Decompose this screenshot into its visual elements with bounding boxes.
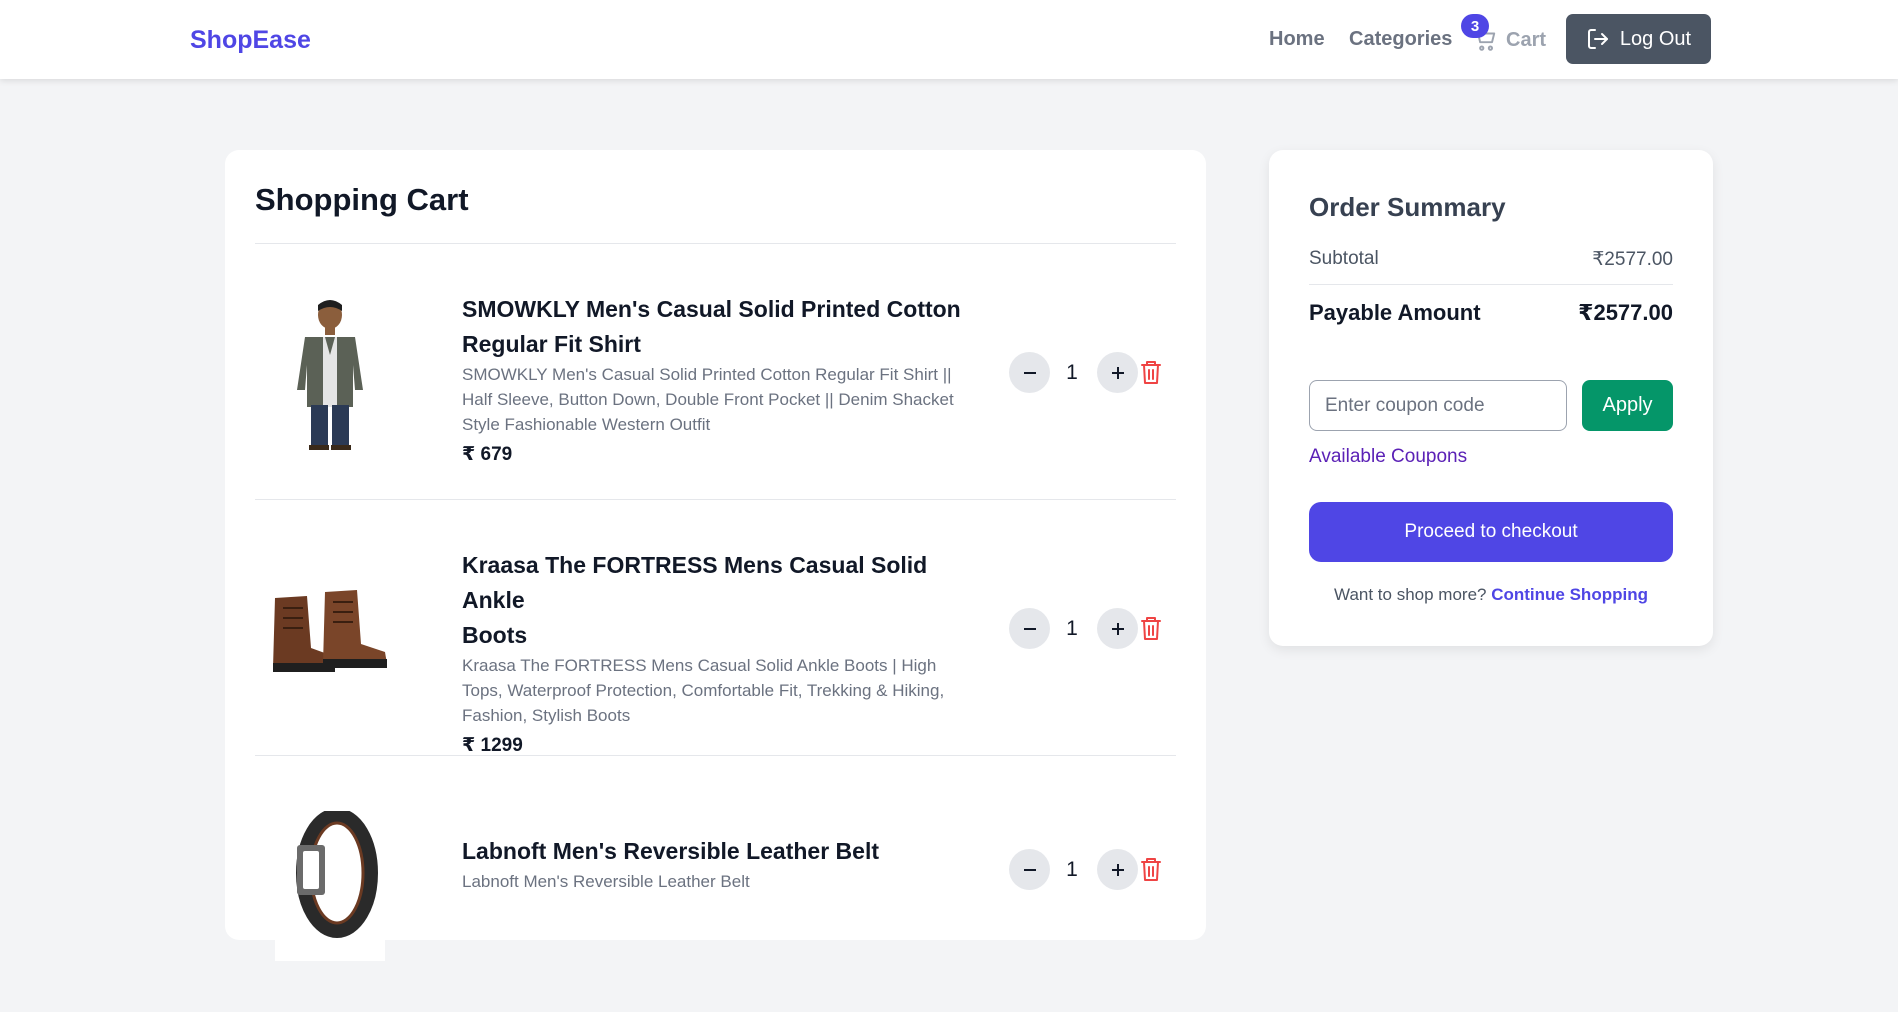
decrease-qty-button[interactable]	[1009, 608, 1050, 649]
nav-home-link[interactable]: Home	[1269, 28, 1325, 51]
minus-icon	[1023, 868, 1036, 871]
apply-coupon-button[interactable]: Apply	[1582, 380, 1673, 431]
item-name-line-1: SMOWKLY Men's Casual Solid Printed Cotto…	[462, 296, 961, 322]
trash-icon[interactable]	[1139, 856, 1163, 882]
coupon-code-input[interactable]	[1309, 380, 1567, 431]
cart-item: Labnoft Men's Reversible Leather Belt La…	[255, 756, 1176, 1012]
logout-icon	[1587, 29, 1608, 49]
proceed-to-checkout-button[interactable]: Proceed to checkout	[1309, 502, 1673, 562]
item-price: ₹ 1299	[462, 735, 523, 756]
cart-item: SMOWKLY Men's Casual Solid Printed Cotto…	[255, 244, 1176, 500]
shirt-image	[255, 292, 405, 452]
plus-icon	[1111, 622, 1124, 635]
minus-icon	[1023, 627, 1036, 630]
trash-icon[interactable]	[1139, 615, 1163, 641]
shopping-cart-card: Shopping Cart SMOWKLY Men's Casual Solid…	[225, 150, 1206, 961]
payable-label: Payable Amount	[1309, 300, 1481, 325]
order-summary-title: Order Summary	[1309, 192, 1506, 222]
increase-qty-button[interactable]	[1097, 608, 1138, 649]
item-name-line-2: Regular Fit Shirt	[462, 331, 641, 357]
item-name[interactable]: Labnoft Men's Reversible Leather Belt	[462, 834, 967, 869]
subtotal-value: ₹2577.00	[1592, 249, 1673, 270]
item-desc-line-3: Style Fashionable Western Outfit	[462, 415, 711, 434]
subtotal-label: Subtotal	[1309, 248, 1379, 269]
decrease-qty-button[interactable]	[1009, 849, 1050, 890]
quantity-value: 1	[1066, 858, 1078, 881]
item-desc-line-2: Half Sleeve, Button Down, Double Front P…	[462, 390, 954, 409]
item-name[interactable]: Kraasa The FORTRESS Mens Casual Solid An…	[462, 548, 967, 653]
cart-item: Kraasa The FORTRESS Mens Casual Solid An…	[255, 500, 1176, 756]
plus-icon	[1111, 863, 1124, 876]
item-name-line-2: Boots	[462, 622, 528, 648]
trash-icon[interactable]	[1139, 359, 1163, 385]
nav-cart-label: Cart	[1506, 28, 1547, 51]
plus-icon	[1111, 366, 1124, 379]
payable-value: ₹2577.00	[1578, 300, 1673, 325]
shop-more-prompt: Want to shop more?	[1334, 585, 1487, 604]
item-info: Kraasa The FORTRESS Mens Casual Solid An…	[462, 548, 967, 757]
item-desc-line-1: Labnoft Men's Reversible Leather Belt	[462, 872, 750, 891]
subtotal-row: Subtotal ₹2577.00	[1309, 248, 1673, 271]
summary-divider	[1309, 284, 1673, 285]
quantity-value: 1	[1066, 617, 1078, 640]
item-info: SMOWKLY Men's Casual Solid Printed Cotto…	[462, 292, 967, 466]
shirt-figure	[275, 294, 385, 450]
belt-image	[255, 806, 405, 966]
cart-count-badge: 3	[1461, 14, 1489, 38]
available-coupons-link[interactable]: Available Coupons	[1309, 446, 1467, 468]
continue-shopping-link[interactable]: Continue Shopping	[1491, 585, 1648, 604]
item-description: Labnoft Men's Reversible Leather Belt	[462, 869, 967, 894]
boots-figure	[255, 568, 405, 688]
navbar: ShopEase Home Categories Cart 3 Log Out	[0, 0, 1898, 79]
item-desc-line-2: Tops, Waterproof Protection, Comfortable…	[462, 681, 945, 700]
item-info: Labnoft Men's Reversible Leather Belt La…	[462, 834, 967, 894]
shop-more-text: Want to shop more? Continue Shopping	[1269, 585, 1713, 605]
item-name-line-1: Labnoft Men's Reversible Leather Belt	[462, 838, 880, 864]
increase-qty-button[interactable]	[1097, 849, 1138, 890]
belt-figure	[275, 811, 385, 961]
minus-icon	[1023, 371, 1036, 374]
item-desc-line-3: Fashion, Stylish Boots	[462, 706, 631, 725]
logout-label: Log Out	[1619, 27, 1692, 50]
cart-title: Shopping Cart	[255, 182, 469, 217]
quantity-value: 1	[1066, 361, 1078, 384]
item-description: Kraasa The FORTRESS Mens Casual Solid An…	[462, 653, 967, 728]
payable-row: Payable Amount ₹2577.00	[1309, 300, 1673, 326]
item-desc-line-1: Kraasa The FORTRESS Mens Casual Solid An…	[462, 656, 937, 675]
item-description: SMOWKLY Men's Casual Solid Printed Cotto…	[462, 362, 967, 437]
logout-button[interactable]: Log Out	[1566, 14, 1711, 64]
item-name-line-1: Kraasa The FORTRESS Mens Casual Solid An…	[462, 552, 928, 613]
item-price: ₹ 679	[462, 444, 513, 465]
decrease-qty-button[interactable]	[1009, 352, 1050, 393]
increase-qty-button[interactable]	[1097, 352, 1138, 393]
brand-logo[interactable]: ShopEase	[190, 26, 311, 55]
item-desc-line-1: SMOWKLY Men's Casual Solid Printed Cotto…	[462, 365, 952, 384]
item-name[interactable]: SMOWKLY Men's Casual Solid Printed Cotto…	[462, 292, 967, 362]
order-summary-card: Order Summary Subtotal ₹2577.00 Payable …	[1269, 150, 1713, 646]
boots-image	[255, 548, 405, 708]
nav-categories-link[interactable]: Categories	[1349, 28, 1452, 51]
